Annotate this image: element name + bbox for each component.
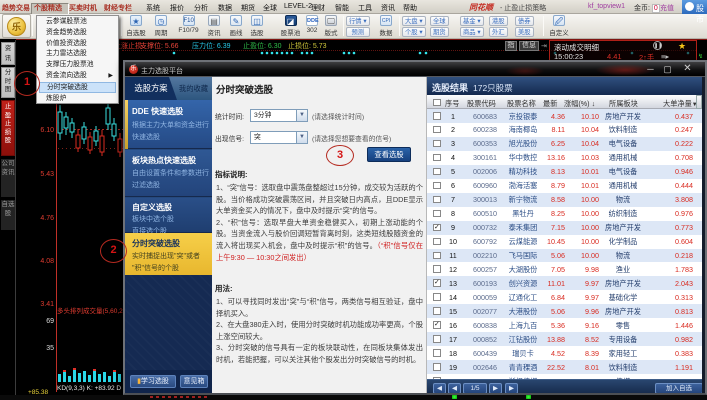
svg-text:KD(9,3,3) K: +83.92 D: KD(9,3,3) K: +83.92 D <box>57 385 121 392</box>
svg-text:69: 69 <box>46 318 54 325</box>
svg-text:3.41: 3.41 <box>40 301 54 308</box>
svg-text:多头排列成交量(5,60,2.0: 多头排列成交量(5,60,2.0 <box>57 306 124 315</box>
svg-text:35: 35 <box>46 345 54 352</box>
svg-text:5.43: 5.43 <box>40 171 54 178</box>
svg-text:4.08: 4.08 <box>40 258 54 265</box>
svg-text:6.10: 6.10 <box>40 127 54 134</box>
svg-text:4.76: 4.76 <box>40 215 54 222</box>
